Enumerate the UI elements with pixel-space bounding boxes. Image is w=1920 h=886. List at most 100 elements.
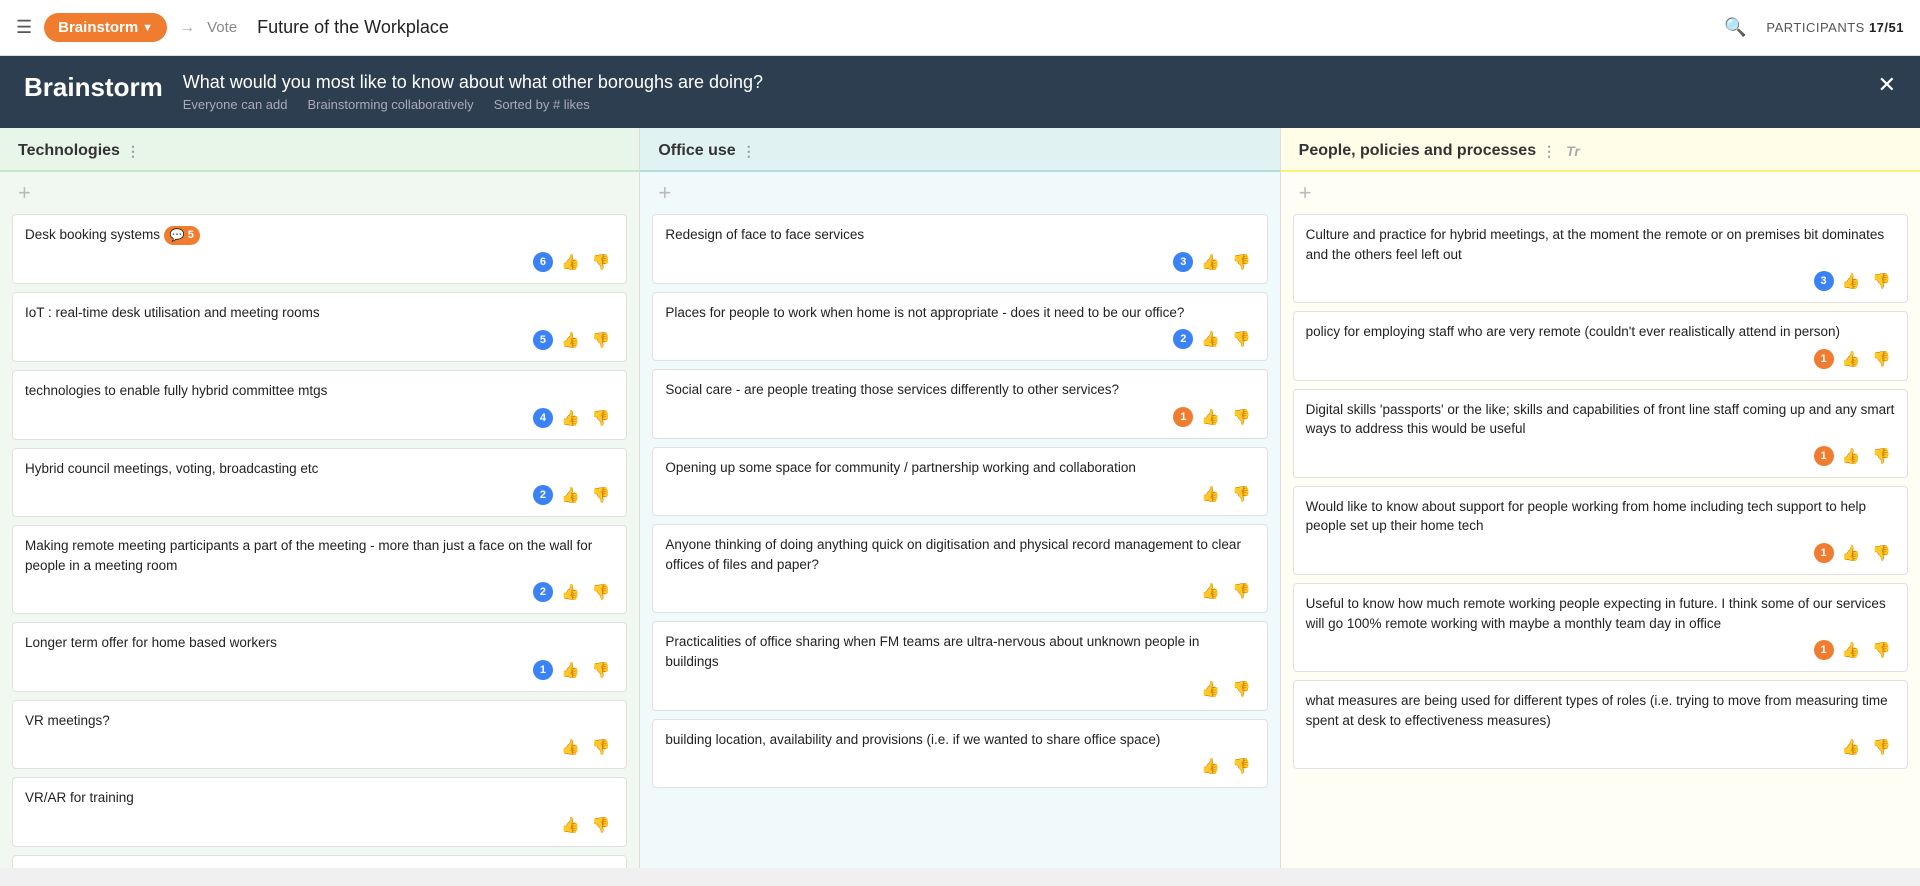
dislike-button-office-0[interactable]: 👎: [1228, 251, 1255, 273]
like-button-people-1[interactable]: 👍: [1838, 348, 1865, 370]
brainstorm-mode-button[interactable]: Brainstorm ▼: [44, 13, 167, 42]
add-card-technologies[interactable]: +: [0, 172, 639, 214]
card-people-5: what measures are being used for differe…: [1293, 680, 1908, 769]
arrow-right-icon: →: [179, 19, 195, 37]
card-text-office-3: Opening up some space for community / pa…: [665, 458, 1254, 478]
cards-list-people: Culture and practice for hybrid meetings…: [1281, 214, 1920, 868]
dislike-button-tech-5[interactable]: 👎: [588, 659, 615, 681]
card-text-tech-4: Making remote meeting participants a par…: [25, 536, 614, 575]
column-title-office: Office use: [658, 142, 735, 160]
like-count-tech-5: 1: [533, 660, 553, 680]
dislike-button-office-1[interactable]: 👎: [1228, 328, 1255, 350]
card-text-people-1: policy for employing staff who are very …: [1306, 322, 1895, 342]
column-people-policies: People, policies and processes ⋮ Tr + Cu…: [1281, 128, 1920, 868]
dislike-button-tech-7[interactable]: 👎: [588, 814, 615, 836]
add-card-office[interactable]: +: [640, 172, 1279, 214]
like-button-tech-3[interactable]: 👍: [557, 484, 584, 506]
search-icon[interactable]: 🔍: [1724, 17, 1746, 38]
card-tech-2: technologies to enable fully hybrid comm…: [12, 370, 627, 440]
dislike-button-office-5[interactable]: 👎: [1228, 678, 1255, 700]
like-button-office-2[interactable]: 👍: [1197, 406, 1224, 428]
vote-mode-button[interactable]: Vote: [207, 19, 237, 36]
like-button-tech-6[interactable]: 👍: [557, 736, 584, 758]
like-button-tech-7[interactable]: 👍: [557, 814, 584, 836]
card-people-1: policy for employing staff who are very …: [1293, 311, 1908, 381]
columns-area: Technologies ⋮ + Desk booking systems 💬5…: [0, 128, 1920, 868]
like-button-people-2[interactable]: 👍: [1838, 445, 1865, 467]
add-card-people[interactable]: +: [1281, 172, 1920, 214]
like-button-tech-2[interactable]: 👍: [557, 407, 584, 429]
card-text-tech-6: VR meetings?: [25, 711, 614, 731]
text-format-icon[interactable]: Tr: [1566, 143, 1580, 159]
like-count-people-1: 1: [1814, 349, 1834, 369]
dislike-button-tech-0[interactable]: 👎: [588, 251, 615, 273]
card-actions-tech-0: 6 👍 👎: [25, 251, 614, 273]
card-text-tech-0: Desk booking systems: [25, 227, 160, 242]
card-people-0: Culture and practice for hybrid meetings…: [1293, 214, 1908, 303]
like-button-office-3[interactable]: 👍: [1197, 483, 1224, 505]
column-header-office: Office use ⋮: [640, 128, 1279, 172]
like-count-office-0: 3: [1173, 252, 1193, 272]
dislike-button-people-0[interactable]: 👎: [1868, 270, 1895, 292]
like-button-people-5[interactable]: 👍: [1838, 736, 1865, 758]
column-technologies: Technologies ⋮ + Desk booking systems 💬5…: [0, 128, 640, 868]
brainstorm-header-title: Brainstorm: [24, 72, 163, 103]
column-office-use: Office use ⋮ + Redesign of face to face …: [640, 128, 1280, 868]
like-button-office-4[interactable]: 👍: [1197, 580, 1224, 602]
like-button-tech-4[interactable]: 👍: [557, 581, 584, 603]
dislike-button-people-2[interactable]: 👎: [1868, 445, 1895, 467]
like-count-people-4: 1: [1814, 640, 1834, 660]
like-count-tech-1: 5: [533, 330, 553, 350]
card-text-tech-3: Hybrid council meetings, voting, broadca…: [25, 459, 614, 479]
like-button-office-1[interactable]: 👍: [1197, 328, 1224, 350]
dislike-button-tech-6[interactable]: 👎: [588, 736, 615, 758]
card-people-3: Would like to know about support for peo…: [1293, 486, 1908, 575]
like-button-people-4[interactable]: 👍: [1838, 639, 1865, 661]
card-text-people-2: Digital skills 'passports' or the like; …: [1306, 400, 1895, 439]
card-text-office-6: building location, availability and prov…: [665, 730, 1254, 750]
dislike-button-people-1[interactable]: 👎: [1868, 348, 1895, 370]
like-count-people-0: 3: [1814, 271, 1834, 291]
like-count-office-1: 2: [1173, 329, 1193, 349]
dislike-button-office-4[interactable]: 👎: [1228, 580, 1255, 602]
dislike-button-tech-2[interactable]: 👎: [588, 407, 615, 429]
card-tech-8: Voice bots 👍 👎: [12, 855, 627, 868]
dislike-button-people-3[interactable]: 👎: [1868, 542, 1895, 564]
card-text-office-2: Social care - are people treating those …: [665, 380, 1254, 400]
card-text-tech-2: technologies to enable fully hybrid comm…: [25, 381, 614, 401]
like-button-tech-0[interactable]: 👍: [557, 251, 584, 273]
like-button-people-0[interactable]: 👍: [1838, 270, 1865, 292]
hamburger-icon[interactable]: ☰: [16, 17, 32, 38]
card-text-office-0: Redesign of face to face services: [665, 225, 1254, 245]
chevron-down-icon: ▼: [142, 22, 153, 34]
card-text-office-5: Practicalities of office sharing when FM…: [665, 632, 1254, 671]
like-button-people-3[interactable]: 👍: [1838, 542, 1865, 564]
card-office-5: Practicalities of office sharing when FM…: [652, 621, 1267, 710]
card-office-6: building location, availability and prov…: [652, 719, 1267, 789]
dislike-button-people-4[interactable]: 👎: [1868, 639, 1895, 661]
dislike-button-tech-3[interactable]: 👎: [588, 484, 615, 506]
column-options-technologies[interactable]: ⋮: [126, 143, 140, 160]
card-text-office-4: Anyone thinking of doing anything quick …: [665, 535, 1254, 574]
like-count-office-2: 1: [1173, 407, 1193, 427]
column-title-technologies: Technologies: [18, 142, 120, 160]
dislike-button-tech-1[interactable]: 👎: [588, 329, 615, 351]
like-button-office-6[interactable]: 👍: [1197, 755, 1224, 777]
card-text-tech-1: IoT : real-time desk utilisation and mee…: [25, 303, 614, 323]
like-button-office-0[interactable]: 👍: [1197, 251, 1224, 273]
close-button[interactable]: ✕: [1878, 72, 1896, 98]
column-options-office[interactable]: ⋮: [742, 143, 756, 160]
column-header-technologies: Technologies ⋮: [0, 128, 639, 172]
like-button-tech-1[interactable]: 👍: [557, 329, 584, 351]
card-office-3: Opening up some space for community / pa…: [652, 447, 1267, 517]
column-options-people[interactable]: ⋮: [1542, 143, 1556, 160]
like-button-tech-5[interactable]: 👍: [557, 659, 584, 681]
dislike-button-people-5[interactable]: 👎: [1868, 736, 1895, 758]
meta-collaboratively: Brainstorming collaboratively: [308, 97, 474, 112]
like-button-office-5[interactable]: 👍: [1197, 678, 1224, 700]
dislike-button-office-6[interactable]: 👎: [1228, 755, 1255, 777]
dislike-button-tech-4[interactable]: 👎: [588, 581, 615, 603]
dislike-button-office-3[interactable]: 👎: [1228, 483, 1255, 505]
dislike-button-office-2[interactable]: 👎: [1228, 406, 1255, 428]
chat-badge-tech-0[interactable]: 💬5: [164, 226, 200, 245]
